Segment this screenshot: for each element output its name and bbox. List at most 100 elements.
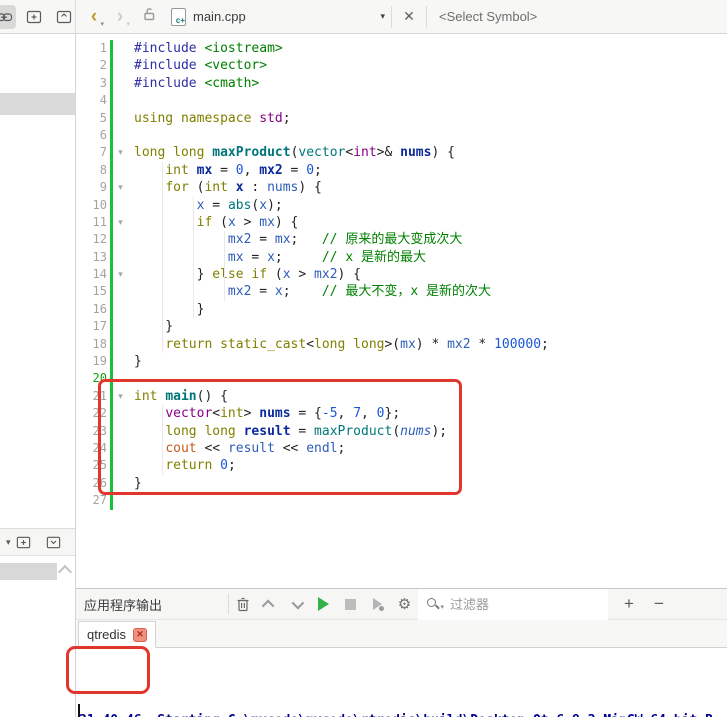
clear-output-icon[interactable] bbox=[229, 592, 256, 616]
fold-gutter bbox=[113, 318, 128, 335]
scroll-up-icon[interactable] bbox=[57, 564, 73, 580]
line-number: 25 bbox=[92, 458, 107, 473]
pane-collapse-icon[interactable] bbox=[44, 530, 64, 554]
fold-gutter bbox=[113, 423, 128, 440]
output-tab-qtredis[interactable]: qtredis ✕ bbox=[78, 621, 157, 648]
code-line: 13 mx = x; // x 是新的最大 bbox=[76, 248, 727, 267]
code-text: return 0; bbox=[165, 458, 236, 474]
fold-marker-icon[interactable]: ▾ bbox=[113, 144, 128, 161]
code-line: 23 long long result = maxProduct(nums); bbox=[76, 422, 727, 440]
code-text: mx2 = x; // 最大不变，x 是新的次大 bbox=[227, 284, 491, 300]
code-line: 1 #include <iostream> bbox=[76, 40, 727, 58]
filter-input[interactable] bbox=[448, 595, 592, 613]
line-number: 6 bbox=[99, 127, 107, 142]
code-text: } bbox=[134, 354, 142, 370]
output-filter-field[interactable]: ▾ bbox=[418, 589, 608, 620]
fold-gutter bbox=[113, 405, 128, 422]
output-text-area[interactable]: 21:40:46: Starting C:\mycode\mycode\qtre… bbox=[76, 648, 727, 717]
fold-gutter bbox=[113, 197, 128, 214]
settings-gear-icon[interactable]: ⚙ bbox=[391, 592, 418, 616]
line-number: 24 bbox=[92, 440, 107, 455]
run-debug-icon[interactable] bbox=[364, 592, 391, 616]
close-document-icon[interactable]: ✕ bbox=[398, 8, 420, 25]
fold-gutter bbox=[113, 440, 128, 457]
code-text: using namespace std; bbox=[134, 110, 291, 126]
indent-guide bbox=[224, 231, 225, 301]
output-tab-bar: qtredis ✕ bbox=[76, 620, 727, 648]
code-text: mx = x; // x 是新的最大 bbox=[227, 249, 426, 265]
open-in-new-window-icon[interactable] bbox=[52, 5, 75, 29]
code-line: 5 using namespace std; bbox=[76, 109, 727, 127]
left-sidebar: ▾ bbox=[0, 34, 76, 717]
fold-gutter bbox=[113, 457, 128, 474]
line-number: 14 bbox=[92, 267, 107, 282]
pane-dropdown-icon[interactable]: ▾ bbox=[6, 537, 11, 548]
indent-guide bbox=[162, 405, 163, 475]
fold-gutter bbox=[113, 336, 128, 353]
link-editor-icon[interactable] bbox=[0, 4, 16, 29]
line-number: 27 bbox=[92, 493, 107, 508]
toolbar-separator bbox=[391, 5, 392, 28]
code-line: 25 return 0; bbox=[76, 457, 727, 475]
line-number: 15 bbox=[92, 284, 107, 299]
fold-marker-icon[interactable]: ▾ bbox=[113, 214, 128, 231]
code-line: 17 } bbox=[76, 318, 727, 336]
code-line: 12 mx2 = mx; // 原来的最大变成次大 bbox=[76, 231, 727, 249]
fold-gutter bbox=[113, 249, 128, 266]
code-line: 18 return static_cast<long long>(mx) * m… bbox=[76, 335, 727, 354]
previous-item-icon[interactable] bbox=[256, 592, 283, 616]
go-back-icon[interactable]: ‹ ▾ bbox=[86, 7, 104, 28]
code-line: 19} bbox=[76, 353, 727, 371]
code-text: return static_cast<long long>(mx) * mx2 … bbox=[165, 336, 549, 352]
code-line: 10 x = abs(x); bbox=[76, 196, 727, 214]
code-line: 2 #include <vector> bbox=[76, 57, 727, 75]
go-forward-icon[interactable]: › ▾ bbox=[112, 7, 130, 28]
code-text: if (x > mx) { bbox=[196, 214, 299, 230]
output-panel-title: 应用程序输出 bbox=[84, 597, 163, 613]
fold-gutter bbox=[113, 370, 128, 387]
code-text: vector<int> nums = {-5, 7, 0}; bbox=[165, 406, 401, 422]
sidebar-selected-item[interactable] bbox=[0, 93, 75, 115]
fold-marker-icon[interactable]: ▾ bbox=[113, 388, 128, 405]
fold-marker-icon[interactable]: ▾ bbox=[113, 179, 128, 196]
pane-split-icon[interactable] bbox=[14, 530, 34, 554]
code-text: int main() { bbox=[134, 388, 228, 404]
line-number: 11 bbox=[92, 214, 107, 229]
output-panel-header: 应用程序输出 ⚙ ▾ + − bbox=[76, 589, 727, 620]
indent-guide bbox=[162, 162, 163, 353]
code-text: long long result = maxProduct(nums); bbox=[165, 423, 448, 439]
fold-gutter bbox=[113, 57, 128, 74]
code-line: 24 cout << result << endl; bbox=[76, 439, 727, 458]
run-icon[interactable] bbox=[310, 592, 337, 616]
unlock-icon[interactable] bbox=[142, 7, 157, 27]
next-item-icon[interactable] bbox=[283, 592, 310, 616]
code-line: 15 mx2 = x; // 最大不变，x 是新的次大 bbox=[76, 283, 727, 301]
line-number: 16 bbox=[92, 301, 107, 316]
code-text: mx2 = mx; // 原来的最大变成次大 bbox=[227, 232, 463, 248]
fold-gutter bbox=[113, 40, 128, 57]
file-dropdown-icon[interactable]: ▾ bbox=[380, 11, 385, 22]
split-editor-icon[interactable] bbox=[23, 5, 46, 29]
code-line: 6 bbox=[76, 126, 727, 145]
cpp-file-icon: c+ bbox=[171, 7, 186, 26]
close-tab-icon[interactable]: ✕ bbox=[133, 627, 148, 642]
fold-marker-icon[interactable]: ▾ bbox=[113, 266, 128, 283]
toolbar-separator bbox=[426, 5, 427, 28]
code-line: 26} bbox=[76, 474, 727, 493]
code-line: 20 bbox=[76, 370, 727, 388]
zoom-out-output-icon[interactable]: − bbox=[644, 594, 674, 614]
stop-icon[interactable] bbox=[337, 592, 364, 616]
open-file-combobox[interactable]: c+ main.cpp ▾ bbox=[157, 0, 385, 33]
code-editor[interactable]: 1 #include <iostream> 2 #include <vector> 3 #… bbox=[76, 35, 727, 588]
code-text: long long maxProduct(vector<int>& nums) … bbox=[134, 145, 455, 161]
code-text: x = abs(x); bbox=[196, 197, 283, 213]
zoom-in-output-icon[interactable]: + bbox=[614, 594, 644, 614]
code-line: 16 } bbox=[76, 300, 727, 319]
fold-gutter bbox=[113, 475, 128, 492]
line-number: 18 bbox=[92, 336, 107, 351]
symbol-selector[interactable]: <Select Symbol> bbox=[439, 9, 537, 24]
code-line: 3 #include <cmath> bbox=[76, 74, 727, 93]
line-number: 23 bbox=[92, 423, 107, 438]
code-line: 11 ▾ if (x > mx) { bbox=[76, 213, 727, 232]
sidebar-lower-selected-item[interactable] bbox=[0, 563, 57, 580]
